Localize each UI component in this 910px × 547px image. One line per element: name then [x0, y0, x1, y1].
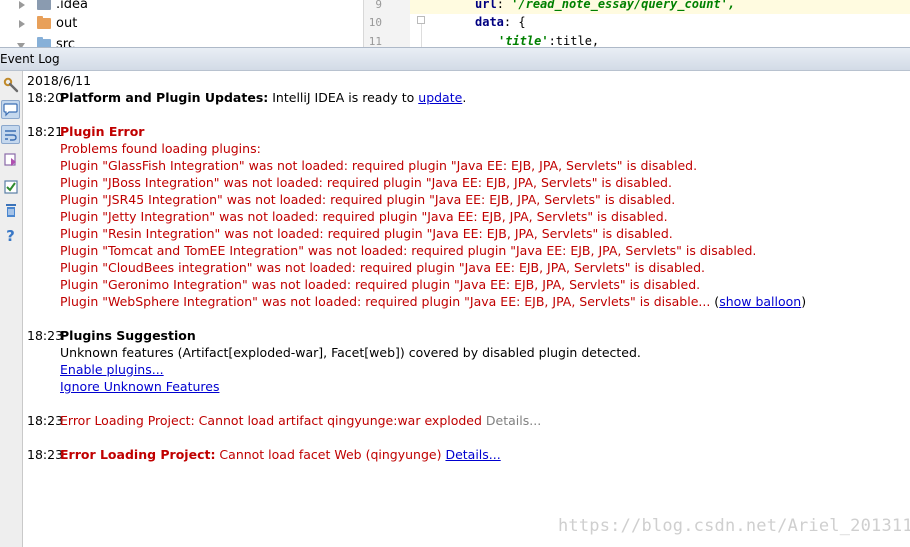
trash-icon — [5, 204, 16, 217]
enable-plugins-link[interactable]: Enable plugins... — [60, 361, 164, 378]
event-log-title-bar[interactable]: Event Log — [0, 47, 910, 71]
log-entry-platform-updates: 18:20 Platform and Plugin Updates: Intel… — [27, 90, 467, 105]
expand-arrow-icon[interactable] — [19, 1, 25, 9]
help-icon: ? — [6, 226, 15, 245]
panel-title: Event Log — [0, 52, 60, 66]
folder-icon — [37, 37, 51, 47]
soft-wrap-icon — [5, 129, 17, 141]
watermark: https://blog.csdn.net/Ariel_201311 — [558, 516, 910, 536]
event-log-toolbar: ? — [0, 71, 23, 547]
code-line-9[interactable]: url: '/read_note_essay/query_count', — [475, 0, 735, 11]
details-link-inactive[interactable]: Details... — [482, 413, 541, 428]
folder-icon — [37, 16, 51, 29]
top-area: .idea out src 9 10 11 url: '/read_note_e… — [0, 0, 910, 47]
scroll-to-end-button[interactable] — [1, 150, 20, 169]
wrench-gear-icon — [3, 77, 18, 92]
fold-guide — [421, 24, 422, 47]
speech-balloon-icon — [3, 102, 18, 116]
clear-all-button[interactable] — [1, 201, 20, 220]
ignore-unknown-features-link[interactable]: Ignore Unknown Features — [60, 378, 219, 395]
code-editor[interactable]: 9 10 11 url: '/read_note_essay/query_cou… — [364, 0, 910, 47]
details-link[interactable]: Details... — [445, 447, 500, 462]
code-line-10[interactable]: data: { — [475, 15, 526, 29]
help-button[interactable]: ? — [1, 226, 20, 245]
scroll-end-icon — [4, 153, 16, 166]
show-balloon-link[interactable]: show balloon — [719, 294, 801, 309]
fold-marker-icon[interactable] — [417, 16, 425, 24]
folder-icon — [37, 0, 51, 10]
mark-all-read-button[interactable] — [1, 177, 20, 196]
show-balloons-toggle[interactable] — [1, 100, 20, 119]
code-line-11[interactable]: 'title':title, — [498, 34, 599, 47]
settings-button[interactable] — [1, 75, 20, 94]
expand-arrow-icon[interactable] — [19, 20, 25, 28]
project-tree[interactable]: .idea out src — [0, 0, 364, 47]
editor-gutter: 9 10 11 — [364, 0, 410, 47]
checkbox-checked-icon — [3, 179, 18, 194]
soft-wrap-toggle[interactable] — [1, 125, 20, 144]
update-link[interactable]: update — [418, 90, 462, 105]
